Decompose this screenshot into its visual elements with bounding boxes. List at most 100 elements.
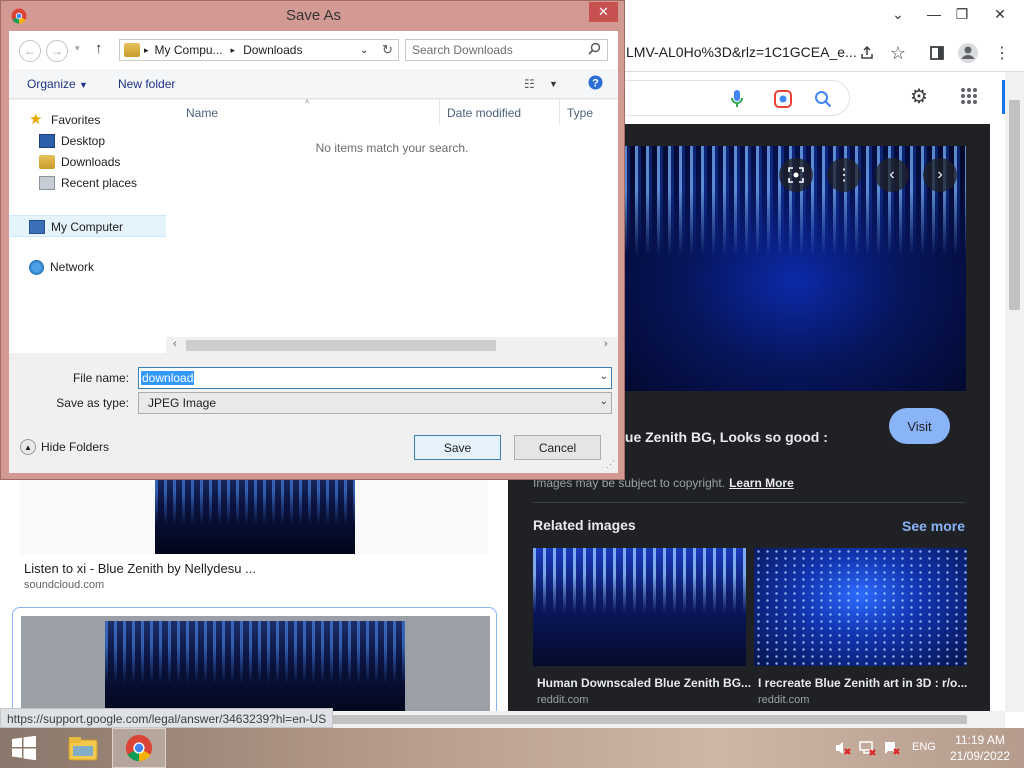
related-images-heading: Related images — [533, 517, 636, 533]
profile-avatar-icon[interactable] — [957, 42, 979, 64]
result-title[interactable]: Listen to xi - Blue Zenith by Nellydesu … — [24, 561, 256, 576]
result-card-selected[interactable] — [12, 607, 497, 718]
recent-locations-icon[interactable]: ▾ — [75, 43, 80, 54]
status-bar-url: https://support.google.com/legal/answer/… — [0, 708, 334, 728]
related-image-caption[interactable]: Human Downscaled Blue Zenith BG... — [537, 676, 751, 690]
more-options-icon[interactable]: ⋮ — [827, 158, 861, 192]
back-button[interactable]: ← — [19, 40, 41, 62]
nav-network-label: Network — [50, 260, 95, 274]
search-icon[interactable] — [811, 87, 835, 111]
file-name-label: File name: — [72, 371, 129, 385]
recent-places-icon — [39, 176, 55, 190]
action-center-icon[interactable] — [883, 740, 901, 756]
side-panel-icon[interactable] — [926, 42, 948, 64]
learn-more-link[interactable]: Learn More — [729, 476, 794, 490]
restore-icon[interactable]: ❐ — [942, 0, 982, 28]
vertical-scrollbar[interactable] — [1005, 72, 1024, 712]
cancel-button[interactable]: Cancel — [514, 435, 601, 460]
tab-search-icon[interactable]: ⌄ — [878, 0, 918, 28]
result-thumbnail[interactable] — [105, 621, 405, 718]
search-placeholder: Search Downloads — [412, 43, 513, 57]
settings-gear-icon[interactable]: ⚙ — [908, 85, 930, 108]
nav-favorites-label: Favorites — [51, 113, 101, 127]
share-icon[interactable] — [856, 42, 878, 64]
scrollbar-thumb[interactable] — [186, 340, 496, 351]
system-clock[interactable]: 11:19 AM 21/09/2022 — [944, 732, 1016, 764]
close-window-icon[interactable]: ✕ — [980, 0, 1020, 28]
google-apps-icon[interactable] — [958, 85, 980, 107]
search-downloads-field[interactable]: Search Downloads — [405, 39, 608, 61]
lens-icon[interactable] — [779, 158, 813, 192]
breadcrumb-downloads[interactable]: Downloads — [243, 43, 302, 57]
lens-search-icon[interactable] — [771, 87, 795, 111]
file-list-horizontal-scrollbar[interactable]: ‹ › — [166, 337, 618, 354]
address-dropdown-icon[interactable]: ⌄ — [360, 45, 368, 56]
nav-my-computer-entry: My Computer — [29, 217, 123, 237]
view-options-icon[interactable]: ☷ — [524, 77, 535, 91]
save-button[interactable]: Save — [414, 435, 501, 460]
related-image-thumbnail[interactable] — [533, 548, 746, 666]
bookmark-star-icon[interactable]: ☆ — [887, 42, 909, 64]
resize-grip-icon[interactable]: ⋰ — [606, 459, 615, 470]
omnibox-url[interactable]: LMV-AL0Ho%3D&rlz=1C1GCEA_e... — [626, 44, 857, 60]
language-indicator[interactable]: ENG — [912, 741, 936, 753]
save-as-type-select[interactable]: JPEG Image ⌄ — [138, 392, 612, 414]
hide-folders-toggle[interactable]: ▲ Hide Folders — [20, 439, 109, 455]
column-header-type[interactable]: Type — [567, 106, 593, 120]
column-header-name[interactable]: Name — [186, 106, 218, 120]
previous-image-icon[interactable]: ‹ — [875, 158, 909, 192]
result-card[interactable] — [20, 470, 488, 554]
chrome-menu-icon[interactable]: ⋮ — [991, 42, 1013, 64]
see-more-link[interactable]: See more — [902, 518, 965, 534]
file-name-dropdown-icon[interactable]: ⌄ — [600, 371, 608, 382]
up-folder-icon[interactable]: ↑ — [95, 40, 103, 57]
visit-button[interactable]: Visit — [889, 408, 950, 444]
nav-desktop[interactable]: Desktop — [39, 131, 105, 151]
volume-muted-icon[interactable] — [834, 740, 852, 756]
result-thumbnail[interactable] — [155, 470, 355, 554]
nav-downloads[interactable]: Downloads — [39, 152, 120, 172]
dialog-body: ← → ▾ ↑ ▸ My Compu... ▸ Downloads ⌄ ↻ Se… — [9, 31, 618, 473]
dialog-close-button[interactable]: ✕ — [589, 2, 618, 22]
file-name-value: download — [141, 371, 195, 385]
help-icon[interactable]: ? — [588, 75, 603, 93]
scroll-right-icon[interactable]: › — [604, 338, 608, 350]
forward-button[interactable]: → — [46, 40, 68, 62]
svg-text:?: ? — [592, 78, 599, 90]
address-bar[interactable]: ▸ My Compu... ▸ Downloads ⌄ ↻ — [119, 39, 399, 61]
result-source: soundcloud.com — [24, 579, 105, 591]
nav-network[interactable]: Network — [29, 257, 94, 277]
new-folder-button[interactable]: New folder — [118, 77, 175, 91]
scroll-left-icon[interactable]: ‹ — [173, 338, 177, 350]
view-dropdown-icon[interactable]: ▼ — [549, 79, 558, 89]
related-image-thumbnail[interactable] — [754, 548, 967, 666]
nav-recent-places-label: Recent places — [61, 176, 138, 190]
nav-recent-places[interactable]: Recent places — [39, 173, 137, 193]
related-image-caption[interactable]: I recreate Blue Zenith art in 3D : r/o..… — [758, 676, 967, 690]
dialog-title: Save As — [285, 7, 342, 24]
scrollbar-thumb[interactable] — [1009, 100, 1020, 310]
breadcrumb-my-computer[interactable]: My Compu... — [155, 43, 223, 57]
voice-search-icon[interactable] — [725, 87, 749, 111]
taskbar-chrome[interactable] — [112, 728, 166, 768]
nav-my-computer[interactable]: My Computer — [9, 215, 166, 237]
start-button[interactable] — [0, 728, 48, 768]
collapse-up-icon: ▲ — [20, 439, 36, 455]
column-header-date-modified[interactable]: Date modified — [447, 106, 521, 120]
file-name-input[interactable]: download ⌄ — [138, 367, 612, 389]
taskbar-file-explorer[interactable] — [56, 728, 110, 768]
preview-title[interactable]: lue Zenith BG, Looks so good : — [621, 429, 828, 445]
organize-menu[interactable]: Organize ▼ — [27, 77, 88, 91]
file-explorer-icon — [68, 737, 98, 761]
dropdown-arrow-icon: ▼ — [79, 80, 88, 90]
chrome-icon — [125, 734, 153, 762]
nav-favorites[interactable]: ★ Favorites — [29, 110, 100, 130]
scrollbar-thumb[interactable] — [300, 715, 967, 724]
next-image-icon[interactable]: › — [923, 158, 957, 192]
my-computer-icon — [29, 220, 45, 234]
save-as-type-dropdown-icon[interactable]: ⌄ — [600, 396, 608, 407]
refresh-icon[interactable]: ↻ — [382, 42, 393, 58]
search-icon[interactable] — [588, 42, 601, 58]
network-status-icon[interactable] — [858, 740, 876, 756]
empty-folder-message: No items match your search. — [315, 141, 469, 155]
